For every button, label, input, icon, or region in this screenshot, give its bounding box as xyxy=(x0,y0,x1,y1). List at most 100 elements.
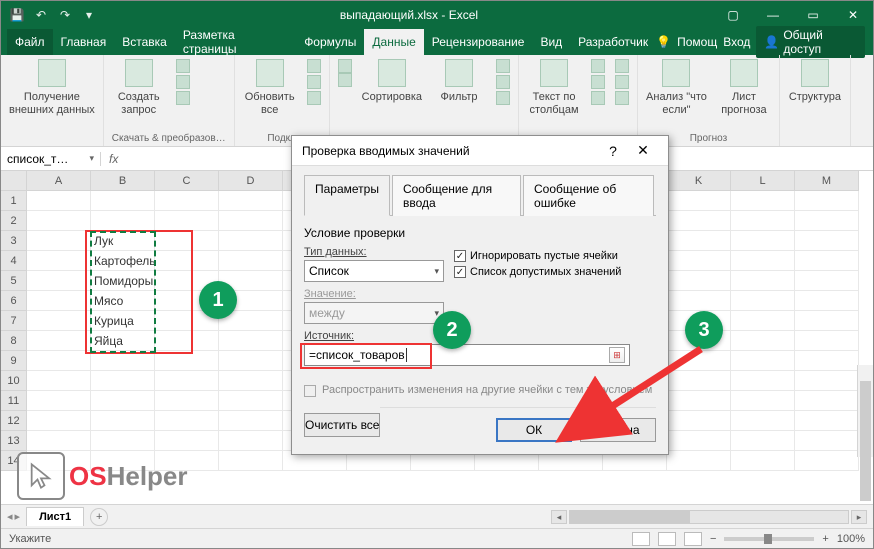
text-to-columns-button[interactable]: Текст по столбцам xyxy=(527,59,581,117)
maximize-icon[interactable]: ▭ xyxy=(793,1,833,29)
cell[interactable] xyxy=(27,211,91,231)
cell[interactable] xyxy=(219,451,283,471)
cell[interactable] xyxy=(91,431,155,451)
page-layout-button[interactable] xyxy=(658,532,676,546)
cell[interactable] xyxy=(219,411,283,431)
horizontal-scrollbar[interactable] xyxy=(569,510,849,524)
row-header[interactable]: 7 xyxy=(1,311,27,331)
cell[interactable] xyxy=(219,371,283,391)
cell[interactable] xyxy=(731,211,795,231)
edit-links-button[interactable] xyxy=(307,91,321,105)
row-header[interactable]: 6 xyxy=(1,291,27,311)
cell[interactable] xyxy=(731,371,795,391)
whatif-button[interactable]: Анализ "что если" xyxy=(646,59,707,117)
chevron-down-icon[interactable]: ▾ xyxy=(89,153,94,164)
cell[interactable] xyxy=(795,191,859,211)
cell[interactable] xyxy=(667,391,731,411)
new-sheet-button[interactable]: + xyxy=(90,508,108,526)
dialog-tab-settings[interactable]: Параметры xyxy=(304,175,390,216)
cell[interactable] xyxy=(731,391,795,411)
cell[interactable] xyxy=(667,251,731,271)
from-table-button[interactable] xyxy=(176,75,190,89)
column-header[interactable]: A xyxy=(27,171,91,191)
cell[interactable] xyxy=(795,411,859,431)
cell[interactable] xyxy=(91,411,155,431)
data-validation-button[interactable] xyxy=(591,91,605,105)
cell[interactable]: Помидоры xyxy=(91,271,155,291)
cell[interactable]: Картофель xyxy=(91,251,155,271)
column-header[interactable]: C xyxy=(155,171,219,191)
zoom-slider[interactable] xyxy=(724,537,814,541)
reapply-button[interactable] xyxy=(496,75,510,89)
close-icon[interactable]: ✕ xyxy=(833,1,873,29)
cell[interactable] xyxy=(667,271,731,291)
cell[interactable] xyxy=(219,351,283,371)
cell[interactable]: Яйца xyxy=(91,331,155,351)
column-header[interactable]: D xyxy=(219,171,283,191)
cell[interactable] xyxy=(731,231,795,251)
show-queries-button[interactable] xyxy=(176,59,190,73)
clear-all-button[interactable]: Очистить все xyxy=(304,413,380,437)
redo-icon[interactable]: ↷ xyxy=(57,7,73,23)
cell[interactable] xyxy=(667,411,731,431)
cell[interactable] xyxy=(667,191,731,211)
cell[interactable] xyxy=(795,291,859,311)
cell[interactable] xyxy=(219,191,283,211)
zoom-in-button[interactable]: + xyxy=(822,533,828,545)
cell[interactable] xyxy=(731,351,795,371)
cell[interactable] xyxy=(27,231,91,251)
filter-button[interactable]: Фильтр xyxy=(432,59,486,104)
refresh-all-button[interactable]: Обновить все xyxy=(243,59,297,117)
cell[interactable] xyxy=(219,251,283,271)
row-header[interactable]: 13 xyxy=(1,431,27,451)
ribbon-options-icon[interactable]: ▢ xyxy=(713,1,753,29)
signin[interactable]: Вход xyxy=(723,35,750,49)
clear-filter-button[interactable] xyxy=(496,59,510,73)
page-break-button[interactable] xyxy=(684,532,702,546)
help-icon[interactable]: 💡 xyxy=(656,35,671,49)
sheet-tab[interactable]: Лист1 xyxy=(26,507,84,526)
cell[interactable] xyxy=(155,251,219,271)
cell[interactable] xyxy=(667,371,731,391)
cell[interactable] xyxy=(667,211,731,231)
zoom-out-button[interactable]: − xyxy=(710,533,716,545)
flash-fill-button[interactable] xyxy=(591,59,605,73)
tab-file[interactable]: Файл xyxy=(7,29,53,55)
cell[interactable] xyxy=(731,451,795,471)
cell[interactable] xyxy=(731,291,795,311)
row-header[interactable]: 9 xyxy=(1,351,27,371)
cell[interactable] xyxy=(155,431,219,451)
tab-home[interactable]: Главная xyxy=(53,29,115,55)
cell[interactable] xyxy=(91,351,155,371)
advanced-filter-button[interactable] xyxy=(496,91,510,105)
cell[interactable] xyxy=(219,331,283,351)
cell[interactable] xyxy=(27,291,91,311)
cell[interactable] xyxy=(731,191,795,211)
remove-dup-button[interactable] xyxy=(591,75,605,89)
cell[interactable] xyxy=(731,431,795,451)
relationships-button[interactable] xyxy=(615,75,629,89)
tab-insert[interactable]: Вставка xyxy=(114,29,175,55)
cell[interactable] xyxy=(795,311,859,331)
cell[interactable] xyxy=(731,331,795,351)
normal-view-button[interactable] xyxy=(632,532,650,546)
cancel-button[interactable]: Отмена xyxy=(580,418,656,442)
cell[interactable] xyxy=(731,311,795,331)
sheet-nav-last[interactable]: ▸ xyxy=(15,510,21,523)
row-header[interactable]: 3 xyxy=(1,231,27,251)
recent-sources-button[interactable] xyxy=(176,91,190,105)
dialog-tab-error[interactable]: Сообщение об ошибке xyxy=(523,175,654,216)
ok-button[interactable]: ОК xyxy=(496,418,572,442)
cell[interactable] xyxy=(731,271,795,291)
range-picker-icon[interactable]: ⊞ xyxy=(609,347,625,363)
cell[interactable] xyxy=(795,371,859,391)
cell[interactable] xyxy=(219,211,283,231)
sort-button[interactable]: Сортировка xyxy=(362,59,422,104)
cell[interactable] xyxy=(27,431,91,451)
propagate-checkbox[interactable] xyxy=(304,385,316,397)
cell[interactable]: Лук xyxy=(91,231,155,251)
cell[interactable] xyxy=(795,351,859,371)
row-header[interactable]: 5 xyxy=(1,271,27,291)
cell[interactable] xyxy=(667,431,731,451)
cell[interactable] xyxy=(795,331,859,351)
